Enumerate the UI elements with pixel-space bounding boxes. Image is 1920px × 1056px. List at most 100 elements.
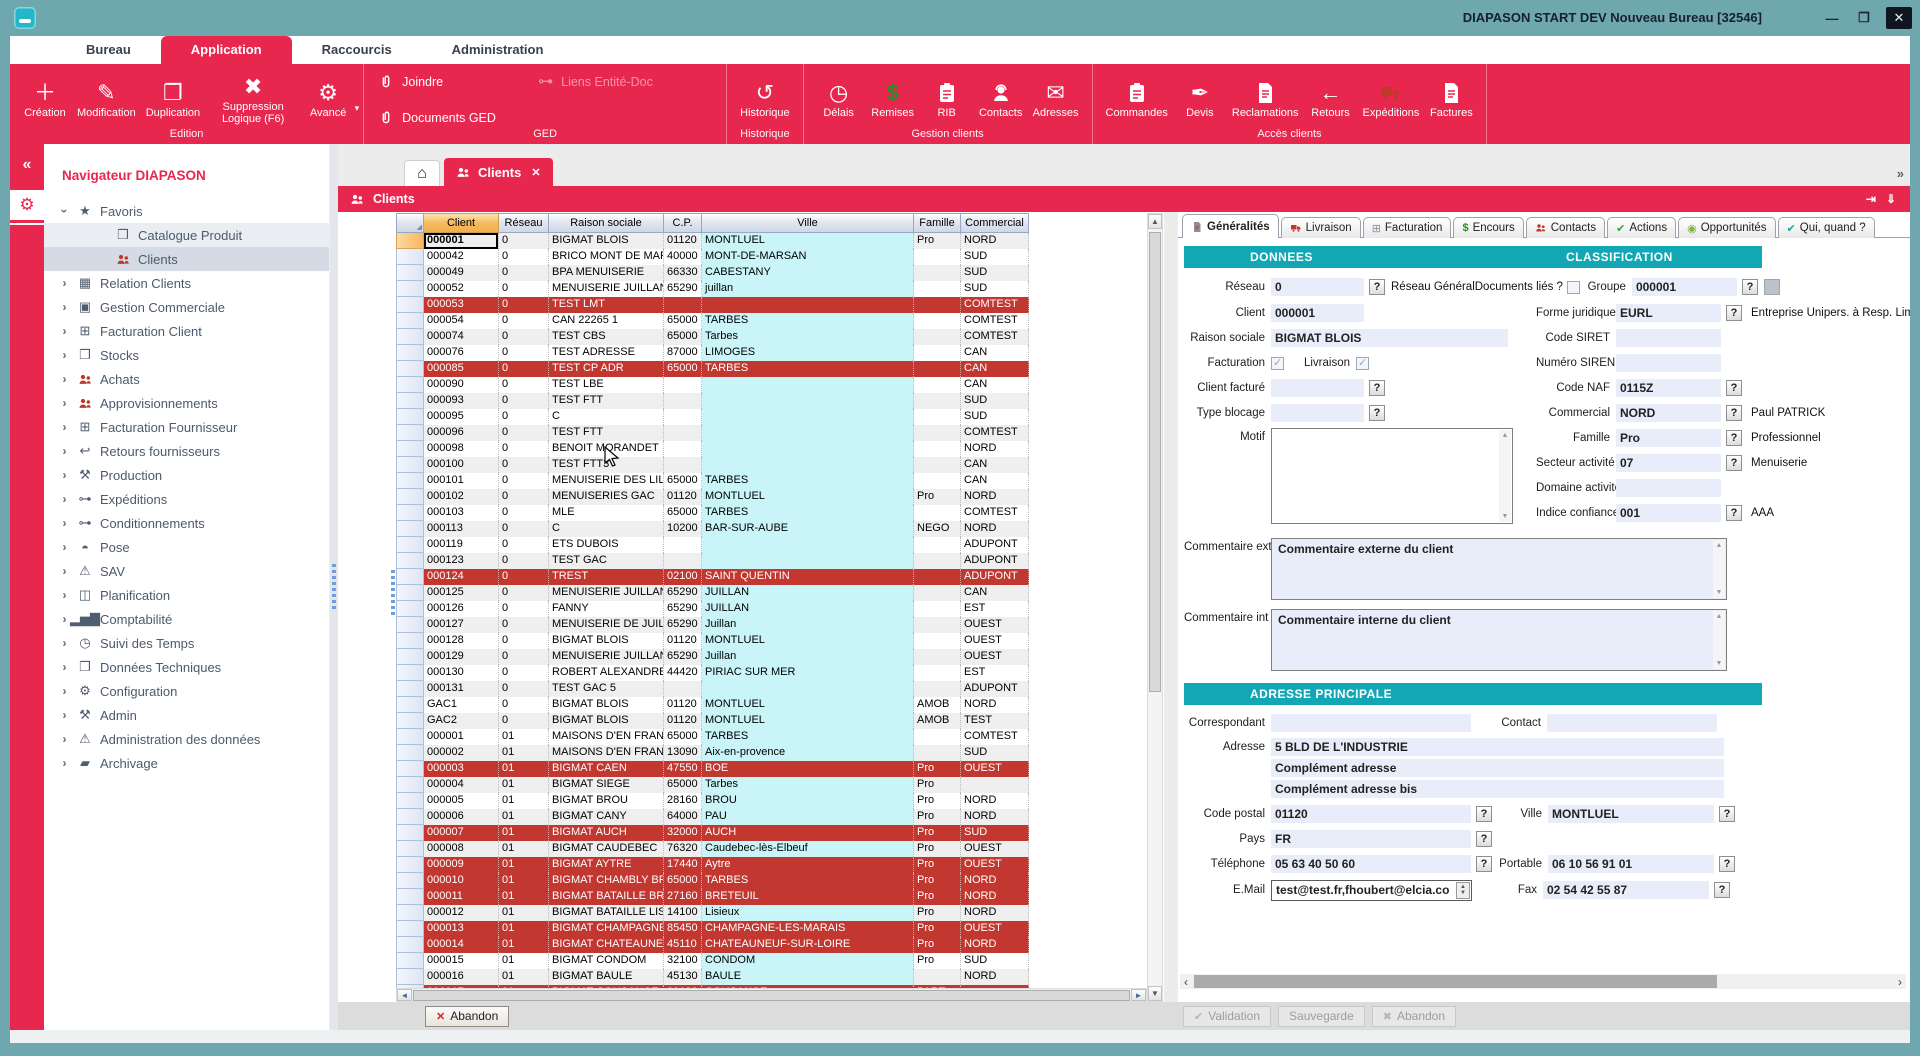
table-row-000001-0[interactable]: 000001 0 BIGMAT BLOIS 01120 MONTLUEL Pro NORD [396,233,1032,249]
table-row-000009-01[interactable]: 000009 01 BIGMAT AYTRE 17440 Aytre Pro OUEST [396,857,1032,873]
table-row-000074-0[interactable]: 000074 0 TEST CBS 65000 Tarbes COMTEST [396,329,1032,345]
button-expeditions[interactable]: Expéditions [1358,77,1425,119]
button-contacts[interactable]: Contacts [974,77,1028,119]
telephone-lookup-button[interactable]: ? [1476,856,1492,872]
row-selector[interactable] [396,905,424,921]
menu-tab-bureau[interactable]: Bureau [56,36,161,64]
row-selector[interactable] [396,841,424,857]
column-header-c-p[interactable]: C.P. [664,213,702,233]
button-joindre[interactable]: Joindre [378,74,538,90]
reseau-field[interactable]: 0 [1271,278,1364,296]
table-row-000113-0[interactable]: 000113 0 C 10200 BAR-SUR-AUBE NEGO NORD [396,521,1032,537]
table-row-000002-01[interactable]: 00000201MAISONS D'EN FRANCE13090Aix-en-p… [396,745,1032,761]
table-row-000011-01[interactable]: 00001101BIGMAT BATAILLE BRET27160BRETEUI… [396,889,1032,905]
scrollbar-thumb[interactable] [1149,232,1161,692]
row-selector[interactable] [396,409,424,425]
livraison-checkbox[interactable] [1356,356,1369,370]
sidebar-item-production[interactable]: › ⚒ Production [44,463,329,487]
table-row-000052-0[interactable]: 000052 0 MENUISERIE JUILLAN 65290 juillan SUD [396,281,1032,297]
chevron-right-icon[interactable]: › [58,564,71,578]
pays-lookup-button[interactable]: ? [1476,831,1492,847]
button-adresses[interactable]: ✉ Adresses [1028,77,1084,119]
row-selector[interactable] [396,489,424,505]
contact-field[interactable] [1547,714,1717,732]
famille-field[interactable]: Pro [1616,429,1721,447]
row-selector[interactable] [396,969,424,985]
row-selector[interactable] [396,377,424,393]
button-delais[interactable]: ◷ Délais [812,77,866,119]
table-row-000102-0[interactable]: 000102 0 MENUISERIES GAC 01120 MONTLUEL Pro NO… [396,489,1032,505]
commentaire-int-textarea[interactable]: Commentaire interne du client ▲ ▼ [1271,609,1727,671]
sidebar-item-favoris[interactable]: › ★ Favoris [44,199,329,223]
chevron-right-icon[interactable]: › [58,396,71,410]
sidebar-item-approvisionnements[interactable]: › Approvisionnements [44,391,329,415]
email-field[interactable]: test@test.fr,fhoubert@elcia.co ▲ ▼ [1271,879,1472,901]
code-naf-lookup-button[interactable]: ? [1726,380,1742,396]
button-suppression-logique-f6[interactable]: ✖ Suppression Logique (F6) [205,71,301,125]
chevron-right-icon[interactable]: › [58,636,71,650]
textarea-scrollbar[interactable]: ▲ ▼ [1713,540,1725,598]
tab-overflow-icon[interactable]: » [1897,166,1904,181]
sidebar-item-suivi-des-temps[interactable]: › ◷ Suivi des Temps [44,631,329,655]
sidebar-item-gestion-commerciale[interactable]: › ▣ Gestion Commerciale [44,295,329,319]
table-vertical-scrollbar[interactable]: ▲ ▼ [1147,213,1163,1002]
row-selector[interactable] [396,297,424,313]
column-header-commercial[interactable]: Commercial [961,213,1029,233]
row-selector[interactable] [396,537,424,553]
sidebar-item-retours-fournisseurs[interactable]: › ↩ Retours fournisseurs [44,439,329,463]
chevron-right-icon[interactable]: › [58,444,71,458]
table-row-000003-01[interactable]: 000003 01 BIGMAT CAEN 47550 BOE Pro OUEST [396,761,1032,777]
table-row-000125-0[interactable]: 0001250MENUISERIE JUILLANAIS65290JUILLAN… [396,585,1032,601]
menu-tab-application[interactable]: Application [160,36,292,64]
column-header-ville[interactable]: Ville [702,213,914,233]
sidebar-item-catalogue-produit[interactable]: ❒ Catalogue Produit [44,223,329,247]
detail-tab-opportunites[interactable]: ◉ Opportunités [1678,217,1776,238]
detail-tab-facturation[interactable]: ⊞ Facturation [1362,217,1452,238]
row-selector[interactable] [396,633,424,649]
row-selector[interactable] [396,601,424,617]
scroll-down-icon[interactable]: ▼ [1148,986,1162,1001]
table-row-000015-01[interactable]: 000015 01 BIGMAT CONDOM 32100 CONDOM Pro SUD [396,953,1032,969]
table-row-000054-0[interactable]: 000054 0 CAN 22265 1 65000 TARBES COMTEST [396,313,1032,329]
chevron-right-icon[interactable]: › [58,372,71,386]
documents-lies-checkbox[interactable] [1566,280,1580,294]
table-row-000010-01[interactable]: 00001001BIGMAT CHAMBLY BROC65000TARBESPr… [396,873,1032,889]
row-selector[interactable] [396,473,424,489]
chevron-right-icon[interactable]: › [58,300,71,314]
table-splitter-grip[interactable] [391,570,395,616]
email-spinner[interactable]: ▲ ▼ [1456,881,1470,899]
row-selector[interactable] [396,953,424,969]
forme-juridique-lookup-button[interactable]: ? [1726,305,1742,321]
sidebar-item-expeditions[interactable]: › ⊶ Expéditions [44,487,329,511]
row-selector[interactable] [396,393,424,409]
button-avance[interactable]: ⚙ Avancé ▾ [301,77,359,119]
correspondant-field[interactable] [1271,714,1471,732]
indice-confiance-field[interactable]: 001 [1616,504,1721,522]
table-row-000093-0[interactable]: 000093 0 TEST FTT SUD [396,393,1032,409]
sidebar-item-relation-clients[interactable]: › ▦ Relation Clients [44,271,329,295]
navigator-gear-button[interactable]: ⚙ [10,190,44,220]
table-row-000042-0[interactable]: 0000420BRICO MONT DE MARSA40000MONT-DE-M… [396,249,1032,265]
button-factures[interactable]: Factures [1424,77,1478,119]
column-header-client[interactable]: Client [424,213,499,233]
tab-clients[interactable]: Clients ✕ [444,158,553,186]
row-selector[interactable] [396,265,424,281]
button-remises[interactable]: $ Remises [866,77,920,119]
chevron-right-icon[interactable]: › [58,276,71,290]
row-selector[interactable] [396,457,424,473]
type-blocage-lookup-button[interactable]: ? [1369,405,1385,421]
secteur-activite-lookup-button[interactable]: ? [1726,455,1742,471]
row-selector[interactable] [396,713,424,729]
chevron-right-icon[interactable]: › [58,516,71,530]
row-selector[interactable] [396,569,424,585]
table-row-000053-0[interactable]: 000053 0 TEST LMT COMTEST [396,297,1032,313]
row-selector[interactable] [396,825,424,841]
commercial-field[interactable]: NORD [1616,404,1721,422]
detail-tab-actions[interactable]: ✔ Actions [1607,217,1677,238]
detail-tab-qui-quand[interactable]: ✔ Qui, quand ? [1777,217,1875,238]
table-row-000001-01[interactable]: 00000101MAISONS D'EN FRANCE65000TARBES CO… [396,729,1032,745]
reseau-lookup-button[interactable]: ? [1369,279,1385,295]
adresse-ligne2-field[interactable]: Complément adresse [1271,759,1724,777]
table-row-000090-0[interactable]: 000090 0 TEST LBE CAN [396,377,1032,393]
sidebar-item-admin[interactable]: › ⚒ Admin [44,703,329,727]
